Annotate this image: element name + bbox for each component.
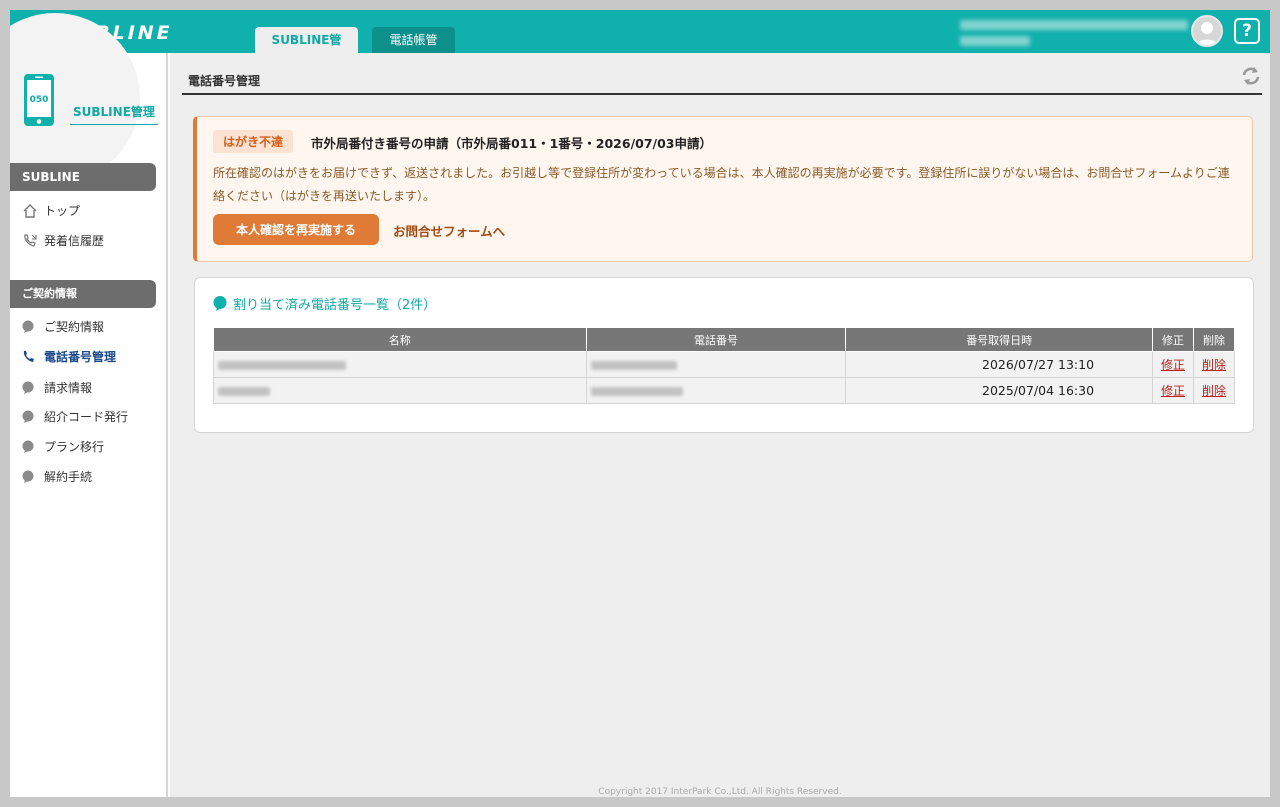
account-info-redacted bbox=[950, 16, 1188, 50]
bullet-icon bbox=[22, 410, 44, 424]
sidebar-title: SUBLINE管理 bbox=[70, 103, 158, 125]
phone-arrow-icon bbox=[22, 233, 44, 249]
smartphone-050-icon: 050 bbox=[24, 74, 54, 126]
copyright-footer: Copyright 2017 InterPark Co.,Ltd. All Ri… bbox=[598, 787, 842, 797]
page-title: 電話番号管理 bbox=[188, 74, 261, 88]
sidebar-item-billing-info[interactable]: 請求情報 bbox=[22, 378, 92, 398]
section-title-text: 割り当て済み電話番号一覧（2件） bbox=[233, 298, 437, 313]
sidebar-item-label: 紹介コード発行 bbox=[44, 410, 129, 424]
sidebar-section-subline: SUBLINE bbox=[10, 163, 156, 191]
sidebar-item-contract-info[interactable]: ご契約情報 bbox=[22, 317, 104, 337]
status-badge: はがき不達 bbox=[213, 130, 294, 153]
sidebar-item-cancellation[interactable]: 解約手続 bbox=[22, 467, 92, 487]
app-window: SUBLINE SUBLINE管理 電話帳管理 ? 050 SUBLINE管理 … bbox=[10, 10, 1270, 797]
cell-acquired-at: 2026/07/27 13:10 bbox=[845, 351, 1154, 378]
delete-link[interactable]: 削除 bbox=[1202, 358, 1226, 372]
sidebar-item-plan-change[interactable]: プラン移行 bbox=[22, 437, 104, 457]
cell-name-redacted bbox=[213, 377, 587, 404]
alert-message: 所在確認のはがきをお届けできず、返送されました。お引越し等で登録住所が変わってい… bbox=[213, 166, 1230, 203]
sidebar-item-label: トップ bbox=[44, 204, 81, 218]
assigned-numbers-table: 名称 電話番号 番号取得日時 修正 削除 2026/07/27 13:10 修正… bbox=[213, 327, 1235, 404]
sidebar-item-top[interactable]: トップ bbox=[22, 201, 80, 221]
sidebar-item-label: 電話番号管理 bbox=[44, 350, 117, 364]
tab-phonebook-management[interactable]: 電話帳管理 bbox=[372, 27, 455, 73]
phone-icon bbox=[22, 350, 44, 364]
assigned-numbers-panel: 割り当て済み電話番号一覧（2件） 名称 電話番号 番号取得日時 修正 削除 20… bbox=[194, 277, 1254, 433]
undelivered-postcard-alert: はがき不達 市外局番付き番号の申請（市外局番011・1番号・2026/07/03… bbox=[193, 116, 1253, 262]
redo-identity-verification-button[interactable]: 本人確認を再実施する bbox=[213, 214, 379, 245]
cell-acquired-at: 2025/07/04 16:30 bbox=[845, 377, 1154, 404]
sidebar-item-call-history[interactable]: 発着信履歴 bbox=[22, 231, 104, 251]
bullet-icon bbox=[22, 440, 44, 454]
sidebar-item-referral-code[interactable]: 紹介コード発行 bbox=[22, 407, 128, 427]
top-header: SUBLINE SUBLINE管理 電話帳管理 ? bbox=[10, 10, 1270, 73]
page-header: 電話番号管理 bbox=[182, 65, 1262, 95]
table-header-row: 名称 電話番号 番号取得日時 修正 削除 bbox=[213, 327, 1235, 352]
column-header-phone-number: 電話番号 bbox=[585, 327, 847, 352]
column-header-name: 名称 bbox=[213, 327, 587, 352]
sidebar-item-label: ご契約情報 bbox=[44, 320, 105, 334]
bullet-icon bbox=[22, 381, 44, 395]
edit-link[interactable]: 修正 bbox=[1161, 384, 1185, 398]
delete-link[interactable]: 削除 bbox=[1202, 384, 1226, 398]
edit-link[interactable]: 修正 bbox=[1161, 358, 1185, 372]
sidebar-section-contract: ご契約情報 bbox=[10, 280, 156, 308]
main-content: 電話番号管理 はがき不達 市外局番付き番号の申請（市外局番011・1番号・202… bbox=[170, 53, 1270, 797]
refresh-icon[interactable] bbox=[1240, 65, 1262, 91]
column-header-edit: 修正 bbox=[1152, 327, 1194, 352]
sidebar-item-phone-number-management[interactable]: 電話番号管理 bbox=[22, 347, 116, 367]
table-row: 2025/07/04 16:30 修正 削除 bbox=[213, 377, 1235, 404]
table-row: 2026/07/27 13:10 修正 削除 bbox=[213, 351, 1235, 378]
column-header-acquired-at: 番号取得日時 bbox=[845, 327, 1154, 352]
phone-050-label: 050 bbox=[30, 95, 49, 105]
cell-phone-redacted bbox=[585, 377, 847, 404]
sidebar: 050 SUBLINE管理 SUBLINE トップ 発着信履歴 ご契約情報 ご契… bbox=[10, 13, 168, 797]
bullet-icon bbox=[22, 470, 44, 484]
section-title: 割り当て済み電話番号一覧（2件） bbox=[213, 294, 436, 313]
sidebar-item-label: 請求情報 bbox=[44, 381, 93, 395]
bullet-icon bbox=[22, 320, 44, 334]
column-header-delete: 削除 bbox=[1193, 327, 1235, 352]
home-icon bbox=[22, 203, 44, 219]
alert-title: 市外局番付き番号の申請（市外局番011・1番号・2026/07/03申請） bbox=[311, 136, 713, 151]
sidebar-item-label: プラン移行 bbox=[44, 440, 105, 454]
contact-form-link[interactable]: お問合せフォームへ bbox=[393, 221, 505, 240]
user-avatar[interactable] bbox=[1191, 15, 1223, 47]
cell-phone-redacted bbox=[585, 351, 847, 378]
help-button[interactable]: ? bbox=[1234, 18, 1260, 44]
cell-name-redacted bbox=[213, 351, 587, 378]
sidebar-item-label: 発着信履歴 bbox=[44, 234, 105, 248]
speech-bubble-icon bbox=[213, 296, 227, 311]
user-silhouette-icon bbox=[1195, 22, 1219, 45]
sidebar-item-label: 解約手続 bbox=[44, 470, 93, 484]
tab-subline-management[interactable]: SUBLINE管理 bbox=[255, 27, 358, 73]
